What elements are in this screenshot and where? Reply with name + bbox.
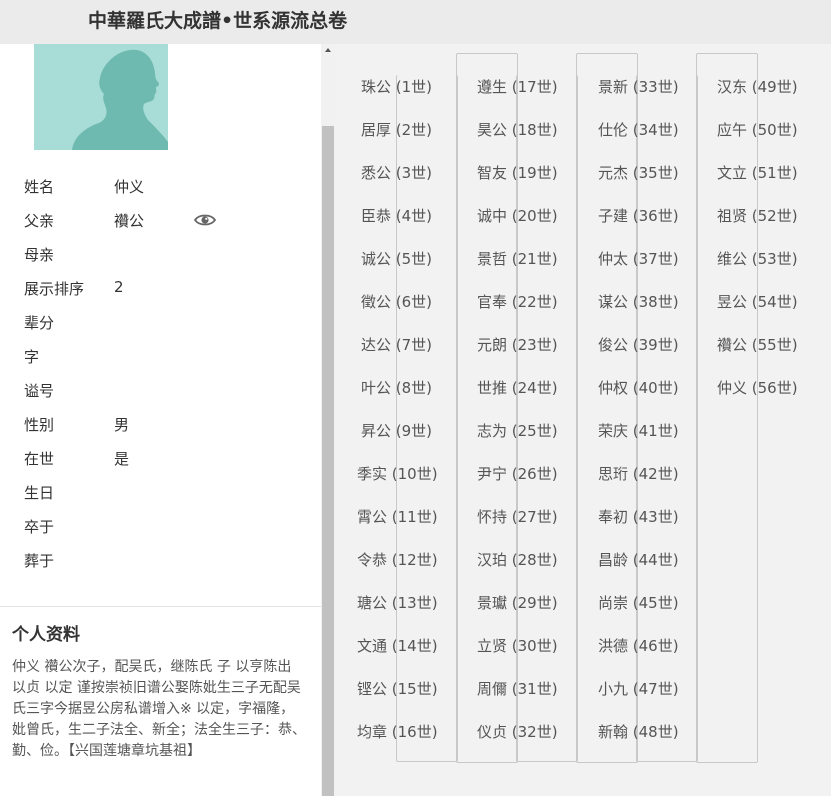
person-avatar: [34, 44, 168, 150]
generation-item[interactable]: 小九 (47世): [598, 678, 679, 702]
generation-item[interactable]: 汉珀 (28世): [477, 549, 558, 573]
generation-item[interactable]: 季实 (10世): [357, 463, 438, 487]
generation-item[interactable]: 祖贤 (52世): [717, 205, 798, 229]
info-label: 姓名: [24, 178, 55, 196]
info-value[interactable]: 禶公: [114, 210, 144, 231]
info-label: 性别: [24, 416, 55, 434]
generation-item[interactable]: 汉东 (49世): [717, 76, 798, 100]
generation-item[interactable]: 子建 (36世): [598, 205, 679, 229]
generation-item[interactable]: 臣恭 (4世): [361, 205, 432, 229]
section-divider: [0, 606, 321, 607]
generation-item[interactable]: 应午 (50世): [717, 119, 798, 143]
generation-item[interactable]: 元朗 (23世): [477, 334, 558, 358]
generation-item[interactable]: 景新 (33世): [598, 76, 679, 100]
generation-item[interactable]: 霄公 (11世): [357, 506, 438, 530]
info-label: 谥号: [24, 382, 55, 400]
bio-title: 个人资料: [12, 625, 80, 645]
info-value: 男: [114, 416, 130, 434]
generation-item[interactable]: 奉初 (43世): [598, 506, 679, 530]
generation-item[interactable]: 俊公 (39世): [598, 334, 679, 358]
generation-item[interactable]: 思珩 (42世): [598, 463, 679, 487]
generation-item[interactable]: 昇公 (9世): [361, 420, 432, 444]
generation-item[interactable]: 仪贞 (32世): [477, 721, 558, 745]
generation-item[interactable]: 仲权 (40世): [598, 377, 679, 401]
generation-item[interactable]: 仲义 (56世): [717, 377, 798, 401]
eye-icon[interactable]: [193, 212, 217, 228]
generation-item[interactable]: 令恭 (12世): [357, 549, 438, 573]
info-label: 母亲: [24, 246, 55, 264]
generation-item[interactable]: 怀持 (27世): [477, 506, 558, 530]
info-label: 辈分: [24, 314, 55, 332]
generation-item[interactable]: 尚崇 (45世): [598, 592, 679, 616]
generation-item[interactable]: 智友 (19世): [477, 162, 558, 186]
generation-item[interactable]: 瑭公 (13世): [357, 592, 438, 616]
generation-item[interactable]: 仲太 (37世): [598, 248, 679, 272]
generation-item[interactable]: 志为 (25世): [477, 420, 558, 444]
generation-item[interactable]: 官奉 (22世): [477, 291, 558, 315]
generation-item[interactable]: 居厚 (2世): [361, 119, 432, 143]
info-label: 卒于: [24, 518, 55, 536]
info-value: 2: [114, 278, 124, 296]
generation-item[interactable]: 景瓛 (29世): [477, 592, 558, 616]
generation-item[interactable]: 景哲 (21世): [477, 248, 558, 272]
info-value: 是: [114, 450, 130, 468]
generation-item[interactable]: 遵生 (17世): [477, 76, 558, 100]
info-label: 葬于: [24, 552, 55, 570]
generation-item[interactable]: 仕伦 (34世): [598, 119, 679, 143]
info-label: 父亲: [24, 212, 55, 230]
generation-item[interactable]: 诚公 (5世): [361, 248, 432, 272]
info-value: 仲义: [114, 178, 145, 196]
generation-item[interactable]: 荣庆 (41世): [598, 420, 679, 444]
generation-item[interactable]: 谋公 (38世): [598, 291, 679, 315]
generation-item[interactable]: 尹宁 (26世): [477, 463, 558, 487]
scroll-up-arrow-icon[interactable]: [325, 48, 331, 52]
info-label: 字: [24, 348, 40, 366]
generation-item[interactable]: 徵公 (6世): [361, 291, 432, 315]
info-label: 生日: [24, 484, 55, 502]
generation-item[interactable]: 洪德 (46世): [598, 635, 679, 659]
scrollbar-thumb[interactable]: [322, 126, 334, 796]
generation-item[interactable]: 禶公 (55世): [717, 334, 798, 358]
page-title: 中華羅氏大成譜•世系源流总卷: [88, 10, 348, 32]
generation-item[interactable]: 达公 (7世): [361, 334, 432, 358]
generation-item[interactable]: 新翰 (48世): [598, 721, 679, 745]
generation-item[interactable]: 珠公 (1世): [361, 76, 432, 100]
info-label: 展示排序: [24, 280, 85, 298]
generation-item[interactable]: 元杰 (35世): [598, 162, 679, 186]
generation-item[interactable]: 世推 (24世): [477, 377, 558, 401]
lineage-column-box: [696, 53, 758, 763]
generation-item[interactable]: 文通 (14世): [357, 635, 438, 659]
generation-item[interactable]: 文立 (51世): [717, 162, 798, 186]
bio-text: 仲义 禶公次子，配吴氏，继陈氏 子 以亨陈出 以贞 以定 谨按崇祯旧谱公娶陈妣生…: [12, 659, 306, 759]
generation-item[interactable]: 昌龄 (44世): [598, 549, 679, 573]
page-header: 中華羅氏大成譜•世系源流总卷: [0, 0, 831, 44]
generation-item[interactable]: 昱公 (54世): [717, 291, 798, 315]
generation-item[interactable]: 诚中 (20世): [477, 205, 558, 229]
generation-item[interactable]: 昊公 (18世): [477, 119, 558, 143]
generation-item[interactable]: 维公 (53世): [717, 248, 798, 272]
info-label: 在世: [24, 450, 55, 468]
generation-item[interactable]: 周儞 (31世): [477, 678, 558, 702]
person-silhouette-icon: [72, 49, 168, 150]
generation-item[interactable]: 均章 (16世): [357, 721, 438, 745]
generation-item[interactable]: 叶公 (8世): [361, 377, 432, 401]
generation-item[interactable]: 铿公 (15世): [357, 678, 438, 702]
generation-item[interactable]: 立贤 (30世): [477, 635, 558, 659]
generation-item[interactable]: 悉公 (3世): [361, 162, 432, 186]
